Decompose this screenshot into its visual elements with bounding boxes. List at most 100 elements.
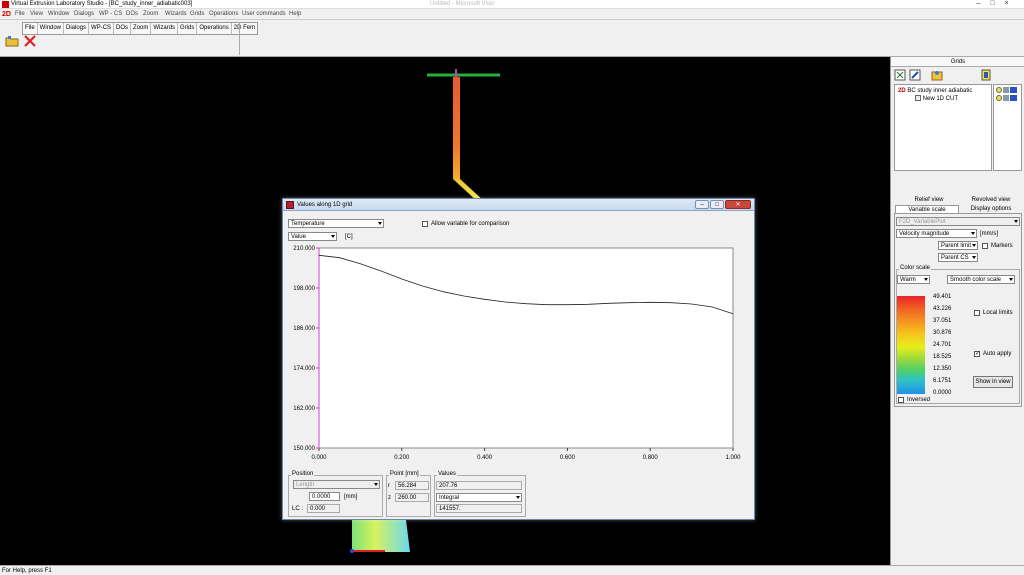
visibility-icon[interactable] [980,69,992,81]
menu-window[interactable]: Window [48,9,69,20]
status-text: For Help, press F1 [2,568,52,574]
tab-display-options[interactable]: Display options [961,205,1021,213]
toolbar-wizards[interactable]: Wizards [151,23,179,34]
menu-user-commands[interactable]: User commands [242,9,286,20]
inversed-checkbox[interactable] [898,397,904,403]
add-grid-icon[interactable] [894,69,906,81]
cs-mode-select[interactable]: Parent CS [938,253,978,262]
menu-wizards[interactable]: Wizards [165,9,187,20]
open-folder-icon[interactable] [5,34,19,48]
toolbar-file[interactable]: File [23,23,38,34]
tab-revolved-view[interactable]: Revolved view [961,196,1021,204]
menu-file[interactable]: File [15,9,25,20]
maximize-button[interactable]: □ [986,0,999,9]
dialog-minimize-button[interactable]: – [695,200,709,209]
allow-comparison-label: Allow variable for comparison [431,221,510,227]
values-mode-select[interactable]: Integral [436,493,522,502]
delete-icon[interactable] [23,34,37,48]
tree-child-label: New 1D CUT [922,96,959,102]
toolbar-dialogs[interactable]: Dialogs [64,23,90,34]
close-button[interactable]: × [1000,0,1013,9]
y-tick-label: 162.000 [293,406,315,412]
variable-select[interactable]: Velocity magnitude [896,229,977,238]
markers-checkbox[interactable] [982,243,988,249]
lc-label: LC : [292,506,304,512]
toolbar-window[interactable]: Window [38,23,65,34]
grids-panel: Grids 2D BC study inner adiabatic New 1D… [890,57,1024,565]
tree-visibility-column [993,84,1022,171]
scale-value-3: 30.876 [933,330,952,336]
toolbar-2d-fem[interactable]: 2D Fem [232,23,257,34]
grid-tree[interactable]: 2D BC study inner adiabatic New 1D CUT [894,84,992,171]
r-label: r [388,483,390,489]
tab-relief-view[interactable]: Relief view [901,196,957,204]
value-mode-select[interactable]: Value [288,232,337,241]
auto-apply-checkbox[interactable]: ✓ [974,351,980,357]
menu-help[interactable]: Help [289,9,301,20]
toolbar-menu-strip: File Window Dialogs WP-CS DOs Zoom Wizar… [22,22,259,35]
lc-value: 0.000 [307,504,340,513]
line-chart[interactable]: 0.000 0.200 0.400 0.600 0.800 1.000 210.000 19… [288,245,750,463]
menu-dos[interactable]: DOs [126,9,138,20]
toolbar-grids[interactable]: Grids [178,23,198,34]
show-in-view-button[interactable]: Show in view [973,376,1013,388]
toolbar-separator [239,22,240,55]
allow-comparison-checkbox[interactable] [422,221,428,227]
tree-child-item[interactable]: New 1D CUT [915,95,958,103]
background-window-title: Untitled - Microsoft Visio [430,1,495,7]
toolbar-wp-cs[interactable]: WP-CS [89,23,115,34]
current-value: 207.76 [436,481,522,490]
toolbar-operations[interactable]: Operations [197,23,232,34]
menu-view[interactable]: View [30,9,43,20]
dialog-unit: [C] [345,234,353,240]
scale-value-0: 49.401 [933,294,952,300]
x-tick-label: 1.000 [725,455,741,461]
grid-node-icon [915,95,921,102]
minimize-button[interactable]: – [972,0,985,9]
r-value: 56.284 [395,481,429,490]
limit-mode-select[interactable]: Parent limit [938,241,978,250]
extrusion-stem [453,77,460,179]
title-bar: Virtual Extrusion Laboratory Studio - [B… [0,0,1024,9]
position-value-input[interactable]: 0.0000 [309,492,340,501]
scale-value-2: 37.051 [933,318,952,324]
scale-value-5: 18.525 [933,354,952,360]
dialog-close-button[interactable]: ✕ [725,200,751,209]
menu-zoom[interactable]: Zoom [143,9,158,20]
inversed-label: Inversed [907,397,931,403]
variable-unit: [mm/s] [980,231,998,237]
y-tick-label: 186.000 [293,326,315,332]
values-group-label: Values [437,471,457,478]
color-scale-label: Color scale [899,265,932,272]
scale-mode-select[interactable]: Smooth color scale [947,275,1015,284]
toolbar-zoom[interactable]: Zoom [131,23,152,34]
palette-select[interactable]: Warm [897,275,930,284]
tree-root-item[interactable]: 2D BC study inner adiabatic [898,87,972,95]
menu-grids[interactable]: Grids [190,9,204,20]
position-group-label: Position [291,471,315,478]
menu-wp-cs[interactable]: WP - CS [99,9,122,20]
status-bar: For Help, press F1 [0,565,1024,575]
x-tick-label: 0.400 [477,455,493,461]
point-group-label: Point [mm] [389,471,420,478]
variable-plot-select: F2D_VariablePlot [896,217,1020,226]
tree-root-label: BC study inner adiabatic [907,88,973,94]
y-tick-label: 198.000 [293,286,315,292]
menu-dialogs[interactable]: Dialogs [74,9,94,20]
toolbar-dos[interactable]: DOs [114,23,132,34]
local-limits-checkbox[interactable] [974,310,980,316]
dialog-maximize-button[interactable]: □ [710,200,724,209]
position-mode-select: Length [293,480,380,489]
z-label: z [388,495,391,501]
scale-value-6: 12.350 [933,366,952,372]
grid-options-icon[interactable] [931,69,943,81]
color-scale-bar [897,296,925,394]
visibility-toggle-icons[interactable] [994,85,1023,109]
extrusion-bottom [352,520,410,552]
dialog-variable-select[interactable]: Temperature [288,219,384,228]
menu-operations[interactable]: Operations [209,9,238,20]
y-tick-label: 174.000 [293,366,315,372]
scale-value-4: 24.701 [933,342,952,348]
dialog-title-bar: Values along 1D grid – □ ✕ [283,199,754,211]
edit-grid-icon[interactable] [909,69,921,81]
